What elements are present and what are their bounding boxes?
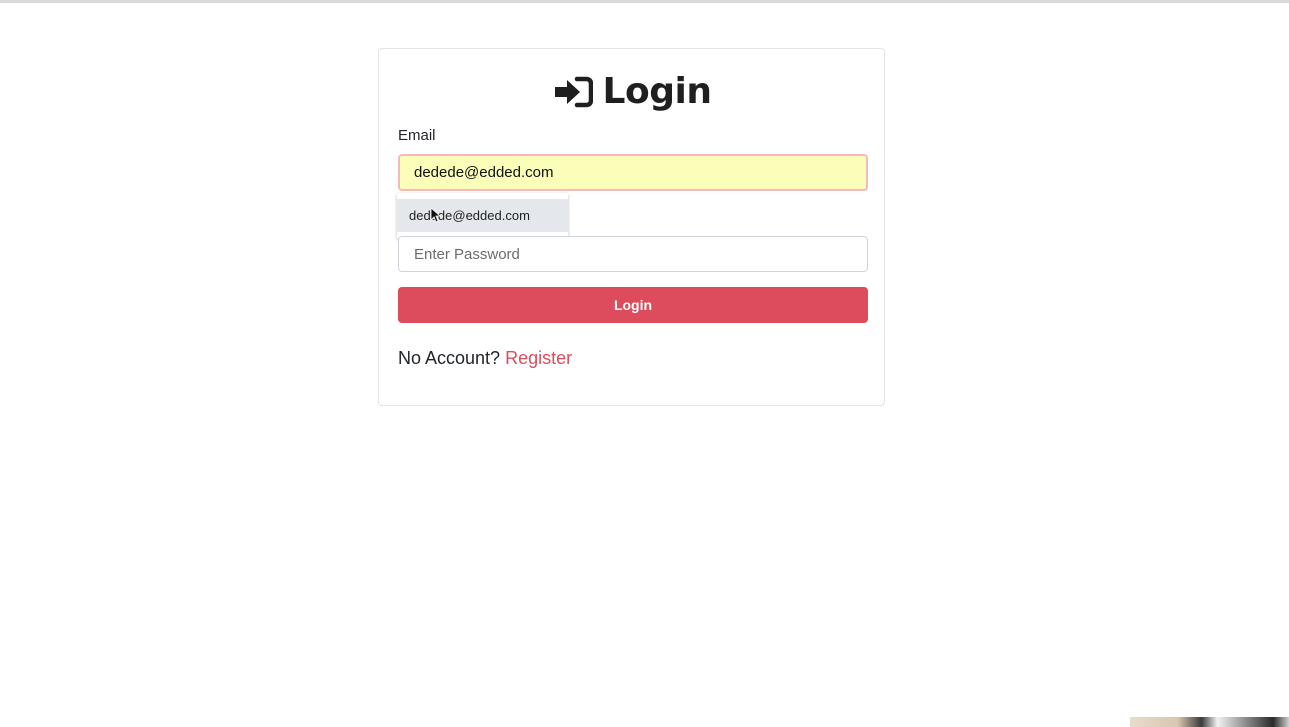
login-button[interactable]: Login (398, 287, 868, 323)
register-prompt: No Account? Register (398, 348, 572, 369)
mouse-cursor-icon (430, 207, 442, 223)
email-label: Email (398, 127, 436, 144)
top-divider (0, 0, 1289, 3)
no-account-text: No Account? (398, 348, 501, 368)
webcam-thumbnail (1130, 717, 1289, 727)
title-text: Login (602, 71, 712, 112)
password-field[interactable] (398, 236, 868, 272)
email-field[interactable] (398, 154, 868, 191)
autocomplete-dropdown: dedede@edded.com (397, 193, 568, 239)
autocomplete-option[interactable]: dedede@edded.com (397, 199, 568, 232)
register-link[interactable]: Register (505, 348, 572, 368)
sign-in-icon (553, 75, 593, 109)
page-title: Login (0, 70, 1264, 114)
